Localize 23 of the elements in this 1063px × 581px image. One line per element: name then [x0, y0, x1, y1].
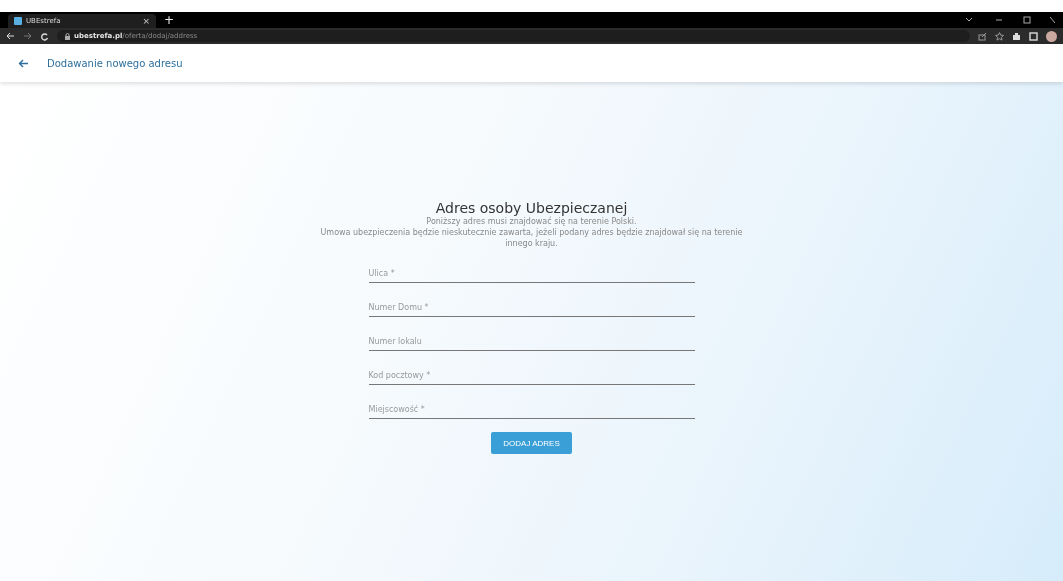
input-field[interactable]: Ulica *	[368, 265, 695, 283]
tab-close-button[interactable]: ×	[142, 16, 150, 26]
maximize-icon[interactable]	[1021, 16, 1033, 24]
input-field[interactable]: Miejscowość *	[368, 401, 695, 419]
reload-icon[interactable]	[40, 31, 49, 41]
star-icon[interactable]	[995, 31, 1004, 41]
forward-icon[interactable]	[23, 32, 32, 40]
chevron-down-icon[interactable]	[965, 17, 973, 23]
page-title: Dodawanie nowego adresu	[47, 57, 183, 69]
input-field[interactable]: Numer Domu *	[368, 299, 695, 317]
sidebar-icon[interactable]	[1029, 31, 1038, 41]
form-note: Umowa ubezpieczenia będzie nieskutecznie zawarta, jeżeli podany adres będzie znajdował się na terenie innego kraju.	[319, 227, 744, 249]
site-icon	[14, 17, 22, 25]
back-icon[interactable]	[6, 32, 15, 40]
lock-icon	[65, 32, 70, 40]
input-field[interactable]: Kod pocztowy *	[368, 367, 695, 385]
form-note: Poniższy adres musi znajdować się na terenie Polski.	[426, 216, 637, 227]
minimize-icon[interactable]	[993, 16, 1005, 24]
form-title: Adres osoby Ubezpieczanej	[435, 200, 628, 216]
avatar-icon[interactable]	[1046, 30, 1057, 42]
back-arrow-icon[interactable]	[18, 58, 29, 68]
new-tab-button[interactable]: +	[164, 14, 175, 26]
input-field[interactable]: Numer lokalu	[368, 333, 695, 351]
